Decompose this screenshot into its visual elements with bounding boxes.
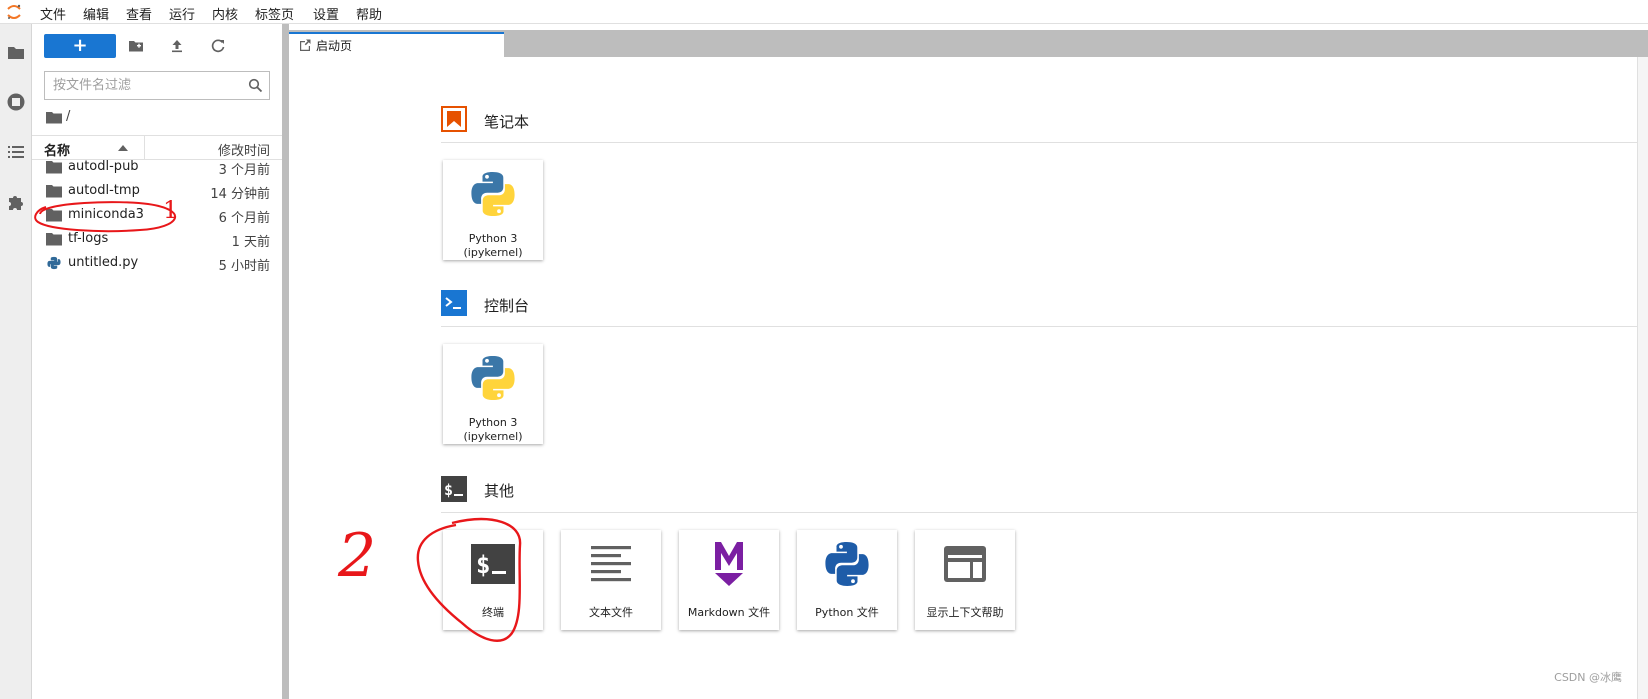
card-label: Markdown 文件 [687, 606, 771, 619]
tab-launcher[interactable]: 启动页 [289, 32, 504, 57]
text-file-icon [591, 546, 631, 582]
file-name: miniconda3 [68, 207, 144, 222]
search-icon[interactable] [248, 78, 263, 93]
menu-help[interactable]: 帮助 [356, 4, 382, 23]
folder-icon [46, 209, 62, 222]
menu-view[interactable]: 查看 [126, 4, 152, 23]
new-folder-icon[interactable] [128, 38, 144, 54]
menu-settings[interactable]: 设置 [313, 4, 339, 23]
file-name: untitled.py [68, 255, 139, 270]
file-modified: 6 个月前 [218, 211, 270, 226]
card-label: 显示上下文帮助 [926, 606, 1004, 619]
file-browser-panel [32, 24, 282, 699]
panel-splitter[interactable] [282, 24, 289, 699]
file-row[interactable]: untitled.py 5 小时前 [32, 251, 282, 275]
card-label: Python 3 [468, 232, 518, 245]
python-logo-icon [825, 542, 869, 586]
svg-text:$: $ [444, 481, 453, 499]
activity-bar [0, 24, 32, 699]
markdown-file-card[interactable]: Markdown 文件 [679, 530, 779, 630]
console-python3-card[interactable]: Python 3 (ipykernel) [443, 344, 543, 444]
markdown-icon [715, 542, 743, 586]
console-section-icon [441, 290, 467, 316]
menu-file[interactable]: 文件 [40, 4, 66, 23]
toc-icon[interactable] [6, 142, 26, 162]
launch-icon [300, 39, 311, 51]
contextual-help-card[interactable]: 显示上下文帮助 [915, 530, 1015, 630]
section-title-console: 控制台 [484, 297, 530, 315]
section-divider [441, 512, 1637, 513]
section-divider [441, 142, 1637, 143]
menu-tabs[interactable]: 标签页 [255, 4, 294, 23]
file-modified: 5 小时前 [218, 259, 270, 274]
card-label: Python 3 [468, 416, 518, 429]
file-row[interactable]: miniconda3 6 个月前 [32, 203, 282, 227]
breadcrumb-path[interactable]: / [66, 109, 70, 124]
new-launcher-button[interactable]: + [44, 34, 116, 58]
terminal-card[interactable]: $ 终端 [443, 530, 543, 630]
section-title-other: 其他 [484, 482, 515, 500]
menu-edit[interactable]: 编辑 [83, 4, 109, 23]
upload-icon[interactable] [169, 38, 185, 54]
file-name: autodl-pub [68, 159, 139, 174]
refresh-icon[interactable] [210, 38, 226, 54]
watermark: CSDN @冰鹰 [1554, 671, 1622, 684]
file-modified: 3 个月前 [218, 163, 270, 178]
file-modified: 1 天前 [231, 235, 270, 250]
python-logo-icon [471, 356, 515, 400]
file-row[interactable]: autodl-tmp 14 分钟前 [32, 179, 282, 203]
folder-icon [46, 185, 62, 198]
sort-ascending-icon[interactable] [118, 144, 128, 151]
folder-icon [46, 161, 62, 174]
menu-bar: 文件 编辑 查看 运行 内核 标签页 设置 帮助 [0, 0, 1648, 24]
file-name: autodl-tmp [68, 183, 140, 198]
file-row[interactable]: autodl-pub 3 个月前 [32, 155, 282, 179]
menu-kernel[interactable]: 内核 [212, 4, 238, 23]
scrollbar[interactable] [1637, 57, 1648, 699]
notebook-python3-card[interactable]: Python 3 (ipykernel) [443, 160, 543, 260]
svg-text:$: $ [476, 551, 490, 579]
python-file-icon [47, 256, 61, 270]
python-file-card[interactable]: Python 文件 [797, 530, 897, 630]
card-label: Python 文件 [815, 606, 879, 619]
card-label: (ipykernel) [463, 430, 523, 443]
tab-label: 启动页 [316, 39, 353, 53]
card-label: 终端 [482, 606, 504, 619]
section-title-notebook: 笔记本 [484, 113, 530, 131]
folder-icon [46, 233, 62, 246]
contextual-help-icon [944, 546, 986, 582]
file-row[interactable]: tf-logs 1 天前 [32, 227, 282, 251]
running-icon[interactable] [6, 92, 26, 112]
card-label: 文本文件 [589, 606, 633, 619]
jupyter-logo-icon [7, 4, 21, 19]
notebook-section-icon [441, 106, 467, 132]
folder-icon [46, 112, 62, 124]
filter-input[interactable] [53, 77, 243, 94]
terminal-icon: $ [471, 544, 515, 584]
card-label: (ipykernel) [463, 246, 523, 259]
folder-icon[interactable] [6, 42, 26, 62]
filter-box [44, 71, 270, 100]
python-logo-icon [471, 172, 515, 216]
file-name: tf-logs [68, 231, 109, 246]
file-modified: 14 分钟前 [210, 187, 270, 202]
text-file-card[interactable]: 文本文件 [561, 530, 661, 630]
other-section-icon: $ [441, 476, 467, 502]
section-divider [441, 326, 1637, 327]
menu-run[interactable]: 运行 [169, 4, 195, 23]
extension-icon[interactable] [6, 192, 26, 212]
